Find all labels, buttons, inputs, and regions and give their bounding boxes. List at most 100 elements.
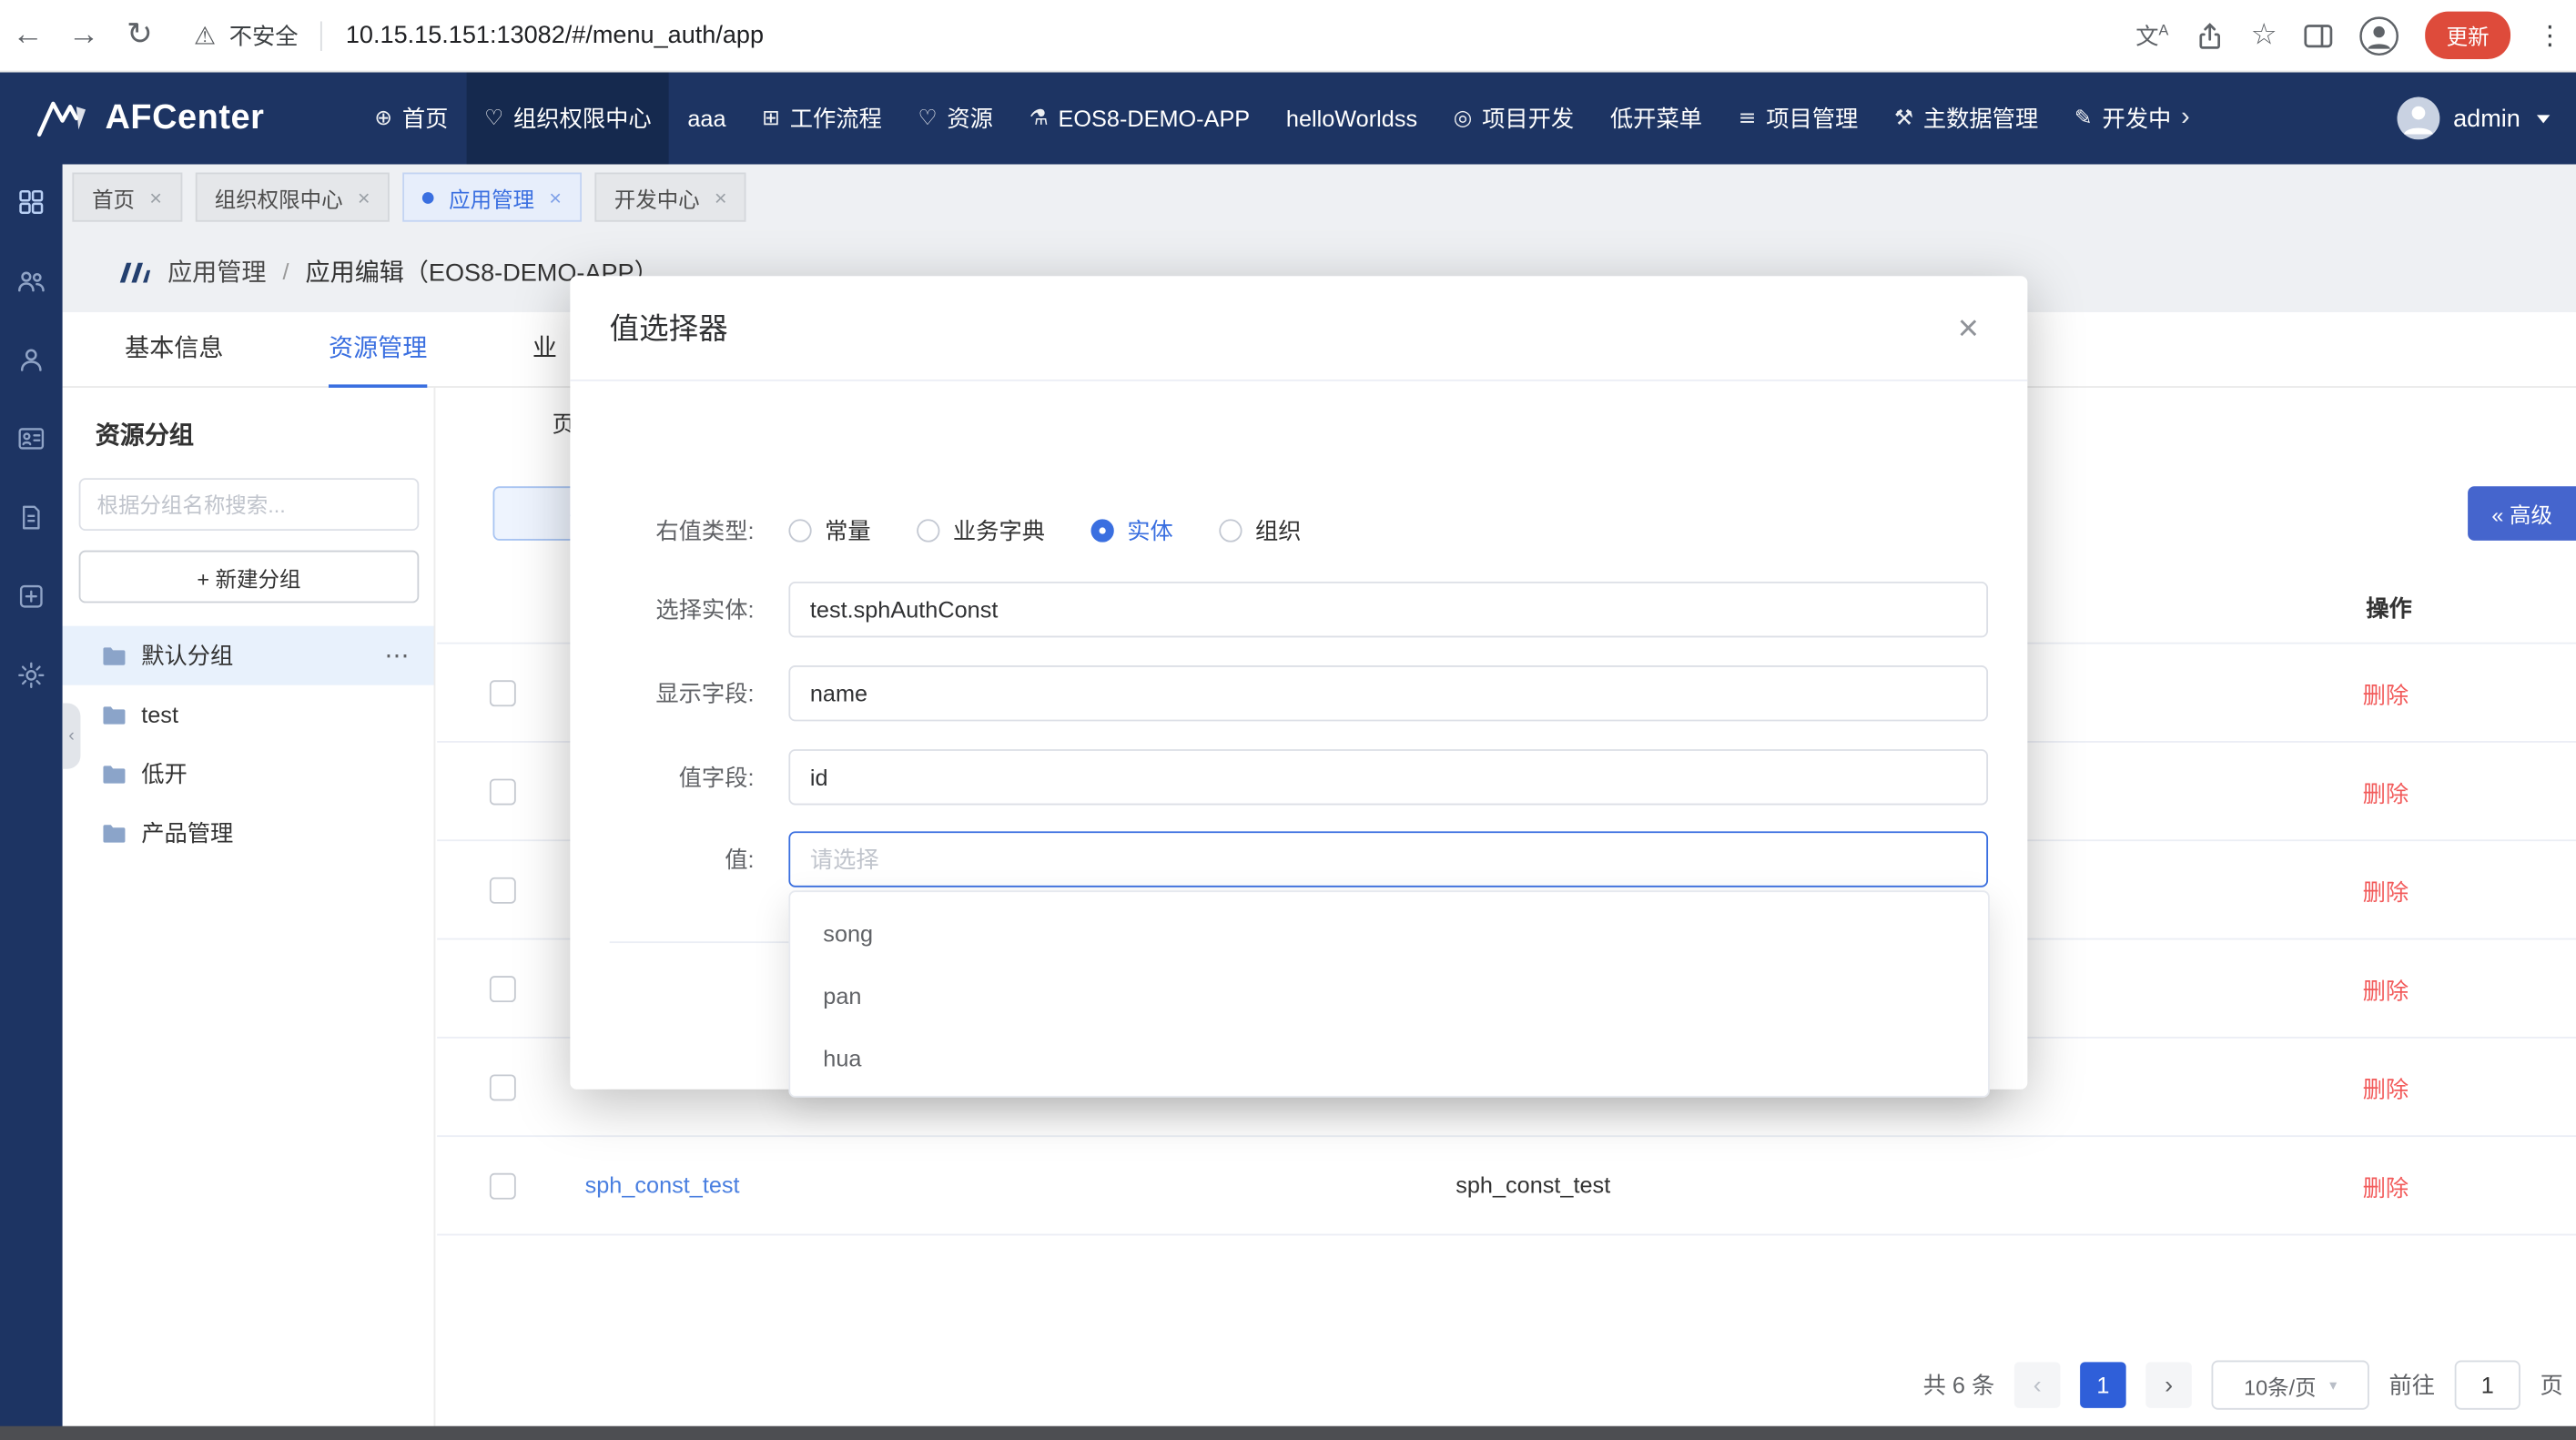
nav-menu: ⊕首页 ♡组织权限中心 aaa ⊞工作流程 ♡资源 ⚗︎EOS8-DEMO-AP… [357, 72, 2208, 164]
browser-chrome: ← → ↻ ⚠︎ 不安全 10.15.15.151:13082/#/menu_a… [0, 0, 2576, 72]
field-label: 右值类型: [570, 502, 754, 558]
username-label: admin [2453, 105, 2520, 133]
group-item-default[interactable]: 默认分组 ⋯ [63, 626, 434, 685]
forward-icon[interactable]: → [56, 17, 111, 54]
close-icon[interactable]: × [549, 185, 562, 209]
nav-item-eos8-demo-app[interactable]: ⚗︎EOS8-DEMO-APP [1011, 72, 1268, 164]
delete-link[interactable]: 删除 [2363, 1171, 2409, 1204]
page-size-select[interactable]: 10条/页 ▾ [2212, 1361, 2369, 1410]
row-checkbox[interactable] [490, 680, 516, 706]
option-hua[interactable]: hua [790, 1027, 1988, 1090]
delete-link[interactable]: 删除 [2363, 876, 2409, 908]
address-bar[interactable]: ⚠︎ 不安全 10.15.15.151:13082/#/menu_auth/ap… [194, 19, 764, 52]
advanced-search-button[interactable]: « 高级 [2468, 486, 2576, 541]
nav-item-aaa[interactable]: aaa [670, 72, 745, 164]
radio-business-dict[interactable]: 业务字典 [917, 514, 1045, 547]
workspace-tab-dev-center[interactable]: 开发中心 × [594, 173, 746, 222]
nav-item-project-mgmt[interactable]: ≡项目管理 [1720, 72, 1876, 164]
group-label: 默认分组 [141, 639, 233, 672]
nav-item-project-dev[interactable]: ◎项目开发 [1435, 72, 1592, 164]
heart-icon: ♡ [918, 106, 938, 130]
delete-link[interactable]: 删除 [2363, 1073, 2409, 1106]
delete-link[interactable]: 删除 [2363, 678, 2409, 711]
new-group-button[interactable]: + 新建分组 [79, 551, 420, 603]
nav-item-helloworldss[interactable]: helloWorldss [1268, 72, 1435, 164]
page-1-button[interactable]: 1 [2080, 1362, 2126, 1408]
row-checkbox[interactable] [490, 976, 516, 1002]
translate-icon[interactable]: 文A [2135, 19, 2168, 52]
nav-item-lowcode-menu[interactable]: 低开菜单 [1592, 72, 1720, 164]
tab-resource-mgmt[interactable]: 资源管理 [329, 312, 427, 388]
document-icon[interactable] [16, 502, 46, 532]
group-search-input[interactable] [79, 478, 420, 531]
user-icon[interactable] [16, 345, 46, 374]
entity-input[interactable] [788, 582, 1988, 637]
group-list: 默认分组 ⋯ test 低开 产品管理 [63, 626, 434, 863]
delete-link[interactable]: 删除 [2363, 974, 2409, 1007]
profile-avatar-icon[interactable] [2359, 15, 2399, 55]
row-checkbox[interactable] [490, 877, 516, 904]
group-item-product[interactable]: 产品管理 [63, 804, 434, 863]
row-checkbox[interactable] [490, 779, 516, 806]
dialog-header: 值选择器 × [570, 276, 2027, 381]
option-song[interactable]: song [790, 902, 1988, 965]
url-text[interactable]: 10.15.15.151:13082/#/menu_auth/app [346, 21, 764, 49]
nav-item-home[interactable]: ⊕首页 [357, 72, 467, 164]
close-icon[interactable]: × [715, 185, 727, 209]
group-item-test[interactable]: test [63, 685, 434, 745]
prev-page-button[interactable]: ‹ [2014, 1362, 2061, 1408]
radio-label: 组织 [1255, 514, 1302, 547]
value-field-input[interactable] [788, 749, 1988, 805]
close-icon[interactable]: × [1942, 302, 1995, 355]
app-plus-icon[interactable] [16, 582, 46, 611]
value-select-input[interactable] [788, 831, 1988, 887]
side-panel-icon[interactable] [2304, 22, 2333, 48]
browser-menu-icon[interactable]: ⋮ [2537, 20, 2563, 51]
workspace-tab-home[interactable]: 首页 × [72, 173, 181, 222]
chevron-right-icon[interactable]: › [2181, 104, 2190, 133]
workspace-tab-org-auth[interactable]: 组织权限中心 × [195, 173, 390, 222]
edit-icon: ✎ [2074, 106, 2093, 130]
contact-card-icon[interactable] [16, 424, 46, 453]
display-field-input[interactable] [788, 665, 1988, 721]
nav-item-workflow[interactable]: ⊞工作流程 [744, 72, 899, 164]
radio-constant[interactable]: 常量 [788, 514, 870, 547]
workspace-tab-app-mgmt[interactable]: 应用管理 × [403, 173, 582, 222]
nav-item-dev-center[interactable]: ✎开发中› [2056, 72, 2207, 164]
team-icon[interactable] [16, 266, 46, 295]
nav-item-org-auth-center[interactable]: ♡组织权限中心 [466, 72, 669, 164]
close-icon[interactable]: × [149, 185, 162, 209]
group-item-lowcode[interactable]: 低开 [63, 745, 434, 804]
goto-page-input[interactable] [2455, 1361, 2520, 1410]
browser-update-button[interactable]: 更新 [2425, 12, 2510, 59]
delete-link[interactable]: 删除 [2363, 777, 2409, 810]
folder-icon [102, 764, 127, 784]
next-page-button[interactable]: › [2145, 1362, 2192, 1408]
tab-basic-info[interactable]: 基本信息 [125, 312, 223, 388]
resource-name-link[interactable]: sph_const_test [585, 1171, 740, 1198]
row-checkbox[interactable] [490, 1173, 516, 1200]
close-icon[interactable]: × [358, 185, 370, 209]
app-logo[interactable]: AFCenter [36, 97, 265, 138]
radio-organization[interactable]: 组织 [1219, 514, 1301, 547]
breadcrumb-root[interactable]: 应用管理 [167, 254, 266, 289]
tab-label: 应用管理 [449, 181, 534, 212]
back-icon[interactable]: ← [0, 17, 56, 54]
gear-icon[interactable] [16, 661, 46, 690]
bookmark-star-icon[interactable]: ☆ [2251, 18, 2277, 53]
globe-icon: ⊕ [374, 106, 392, 130]
more-actions-icon[interactable]: ⋯ [384, 641, 411, 670]
display-field-row: 显示字段: [570, 665, 2027, 721]
tab-business[interactable]: 业 [532, 312, 557, 388]
row-checkbox[interactable] [490, 1074, 516, 1100]
share-icon[interactable] [2195, 21, 2224, 50]
pagination: 共 6 条 ‹ 1 › 10条/页 ▾ 前往 页 [1923, 1361, 2563, 1410]
reload-icon[interactable]: ↻ [112, 16, 167, 55]
nav-item-resources[interactable]: ♡资源 [900, 72, 1011, 164]
option-pan[interactable]: pan [790, 965, 1988, 1028]
nav-item-master-data[interactable]: ⚒︎主数据管理 [1876, 72, 2056, 164]
user-menu[interactable]: admin [2398, 96, 2551, 139]
dashboard-grid-icon[interactable] [16, 188, 46, 217]
radio-entity[interactable]: 实体 [1091, 514, 1173, 547]
sidebar-collapse-handle[interactable]: ‹ [63, 704, 81, 769]
